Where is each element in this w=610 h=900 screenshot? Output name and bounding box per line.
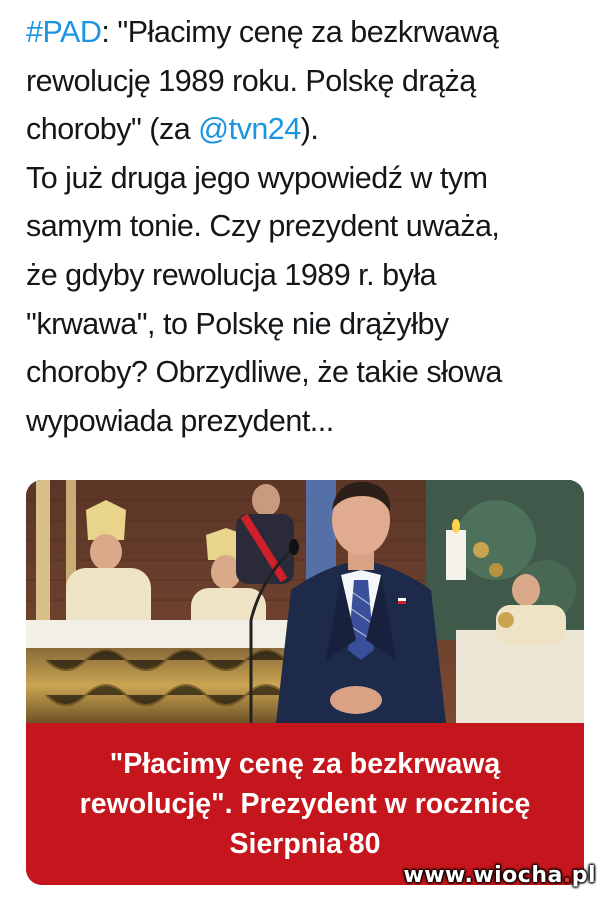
mention-link[interactable]: @tvn24	[198, 112, 301, 146]
tweet-text: #PAD: "Płacimy cenę za bezkrwawą rewoluc…	[26, 8, 596, 445]
caption-line: rewolucję". Prezydent w rocznicę	[79, 788, 531, 820]
hashtag-link[interactable]: #PAD	[26, 15, 102, 49]
tweet-line: że gdyby rewolucja 1989 r. była	[26, 257, 437, 292]
tweet-line: rewolucję 1989 roku. Polskę drążą	[26, 63, 476, 98]
caption-banner: "Płacimy cenę za bezkrwawą rewolucję". P…	[26, 723, 584, 885]
caption-line: "Płacimy cenę za bezkrwawą	[109, 748, 501, 780]
tweet-paragraph-2: To już druga jego wypowiedź w tym samym …	[26, 154, 596, 446]
tweet-line: "krwawa", to Polskę nie drążyłby	[26, 306, 449, 341]
card-caption: "Płacimy cenę za bezkrwawą rewolucję". P…	[45, 744, 565, 864]
watermark-main: www.wiocha	[403, 863, 563, 888]
tweet-line: wypowiada prezydent...	[26, 403, 334, 438]
media-card[interactable]: "Płacimy cenę za bezkrwawą rewolucję". P…	[26, 480, 584, 885]
tweet-line: ).	[300, 112, 319, 147]
news-photo	[26, 480, 584, 723]
tweet-line: : "Płacimy cenę za bezkrwawą	[101, 15, 499, 49]
tweet-line: To już druga jego wypowiedź w tym	[26, 160, 488, 195]
tweet-paragraph-1: #PAD: "Płacimy cenę za bezkrwawą rewoluc…	[26, 8, 596, 154]
watermark-tld: pl	[571, 863, 596, 888]
tweet-line: choroby" (za	[26, 112, 199, 147]
tweet-line: samym tonie. Czy prezydent uważa,	[26, 209, 500, 244]
watermark-dot: .	[562, 863, 572, 888]
caption-line: Sierpnia'80	[229, 828, 381, 860]
tweet-line: choroby? Obrzydliwe, że takie słowa	[26, 355, 502, 390]
site-watermark: www.wiocha.pl	[403, 863, 596, 888]
